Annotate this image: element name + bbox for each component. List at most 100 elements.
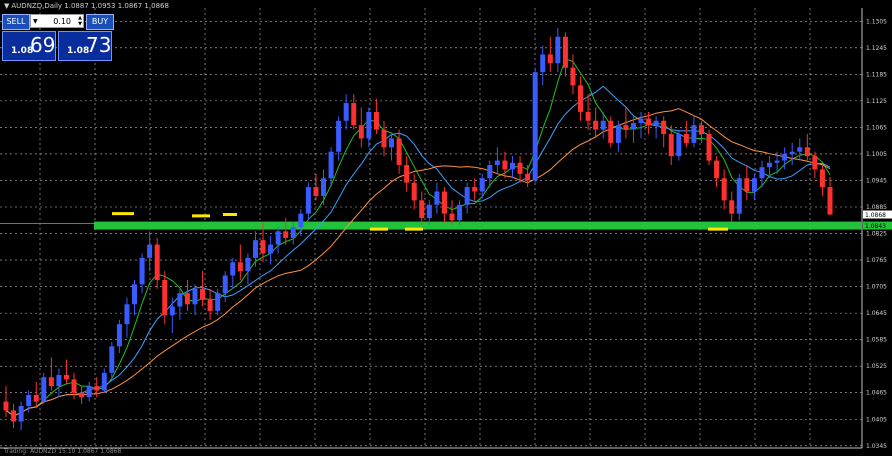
candle-body <box>638 118 644 123</box>
candle-body <box>759 167 765 179</box>
candle-body <box>351 103 357 126</box>
candle-body <box>366 111 372 139</box>
candle-body <box>653 120 659 126</box>
price-chart[interactable]: 1.1305 1.1245 1.1185 1.1125 1.1065 1.1005 1.09… <box>0 0 892 456</box>
buy-price-button[interactable]: 1.08 73 <box>58 31 112 61</box>
candle-body <box>676 134 682 157</box>
candle-body <box>124 304 130 325</box>
candle-body <box>623 125 629 130</box>
candle-body <box>290 226 296 238</box>
lot-dropdown-icon[interactable]: ▼ <box>33 15 38 29</box>
candle-body <box>116 324 122 347</box>
candle-body <box>147 244 153 258</box>
candle-body <box>797 147 803 152</box>
candle-body <box>373 111 379 130</box>
candle-body <box>464 187 470 205</box>
y-tick-label: 1.1185 <box>866 71 887 78</box>
candle-body <box>691 125 697 143</box>
candle-body <box>18 405 24 422</box>
y-tick-label: 1.0825 <box>866 231 887 238</box>
candle-body <box>237 262 243 272</box>
candle-body <box>169 306 175 316</box>
status-line: Trading: AUDNZD 15:10 1.0867 1.0868 <box>4 448 122 455</box>
candle-body <box>63 375 69 380</box>
y-tick-label: 1.0585 <box>866 337 887 344</box>
candle-body <box>41 377 47 402</box>
candle-body <box>177 293 183 307</box>
candle-body <box>782 153 788 161</box>
candle-body <box>608 120 614 143</box>
y-tick-label: 1.1065 <box>866 124 887 131</box>
candle-body <box>441 191 447 214</box>
candle-body <box>215 293 221 311</box>
candle-body <box>109 346 115 373</box>
candle-body <box>751 178 757 192</box>
sell-price-pips: 69 <box>30 33 56 57</box>
current-price-label: 1.0868 <box>865 212 886 219</box>
buy-button[interactable]: BUY <box>86 14 114 30</box>
candle-body <box>562 36 568 68</box>
y-tick-label: 1.0885 <box>866 204 887 211</box>
candle-body <box>812 156 818 170</box>
candle-body <box>729 200 735 214</box>
candle-body <box>578 85 584 112</box>
candle-body <box>600 120 606 130</box>
candle-body <box>71 379 77 393</box>
candle-body <box>804 147 810 157</box>
candle-body <box>222 275 228 294</box>
candle-body <box>827 187 833 215</box>
candle-body <box>668 134 674 157</box>
sell-button[interactable]: SELL <box>2 14 30 30</box>
candle-body <box>162 279 168 316</box>
candle-body <box>767 162 773 168</box>
candle-body <box>570 67 576 86</box>
candle-body <box>789 151 795 154</box>
lot-size-input[interactable]: ▼ 0.10 ▲ ▼ <box>30 14 84 28</box>
candle-body <box>343 103 349 121</box>
candle-body <box>457 204 463 221</box>
candle-body <box>268 244 274 254</box>
candle-body <box>487 164 493 179</box>
candle-body <box>774 160 780 163</box>
candle-body <box>630 122 636 130</box>
candle-body <box>336 120 342 152</box>
candle-body <box>79 392 85 398</box>
lot-spinner-icon[interactable]: ▲ ▼ <box>78 15 82 27</box>
candle-body <box>494 160 500 165</box>
candle-body <box>358 125 364 139</box>
candle-body <box>283 231 289 238</box>
candle-body <box>245 257 251 272</box>
candle-body <box>313 187 319 196</box>
candle-body <box>698 125 704 135</box>
y-tick-label: 1.0465 <box>866 390 887 397</box>
candle-body <box>305 187 311 214</box>
candle-body <box>404 164 410 183</box>
candle-body <box>275 231 281 245</box>
candle-body <box>252 240 258 258</box>
candle-body <box>207 299 213 311</box>
one-click-trading-panel: SELL ▼ 0.10 ▲ ▼ BUY 1.08 69 1.08 73 <box>2 14 114 62</box>
candle-body <box>517 162 523 174</box>
candle-body <box>321 178 327 196</box>
candle-body <box>419 200 425 219</box>
sell-price-button[interactable]: 1.08 69 <box>2 31 56 61</box>
candle-body <box>200 288 206 300</box>
candle-body <box>593 120 599 130</box>
candle-body <box>48 377 54 387</box>
candle-body <box>540 54 546 73</box>
candle-body <box>139 257 145 285</box>
y-tick-label: 1.0345 <box>866 443 887 450</box>
candle-body <box>472 187 478 192</box>
candle-body <box>33 394 39 402</box>
candle-body <box>819 169 825 188</box>
y-tick-label: 1.1245 <box>866 45 887 52</box>
y-tick-label: 1.0405 <box>866 416 887 423</box>
candle-body <box>434 191 440 205</box>
support-zone-band <box>94 221 862 230</box>
y-tick-label: 1.1305 <box>866 18 887 25</box>
y-tick-label: 1.0945 <box>866 177 887 184</box>
support-price-label: 1.0843 <box>865 223 886 230</box>
candle-body <box>585 111 591 121</box>
candle-body <box>298 213 304 227</box>
candle-body <box>230 262 236 276</box>
